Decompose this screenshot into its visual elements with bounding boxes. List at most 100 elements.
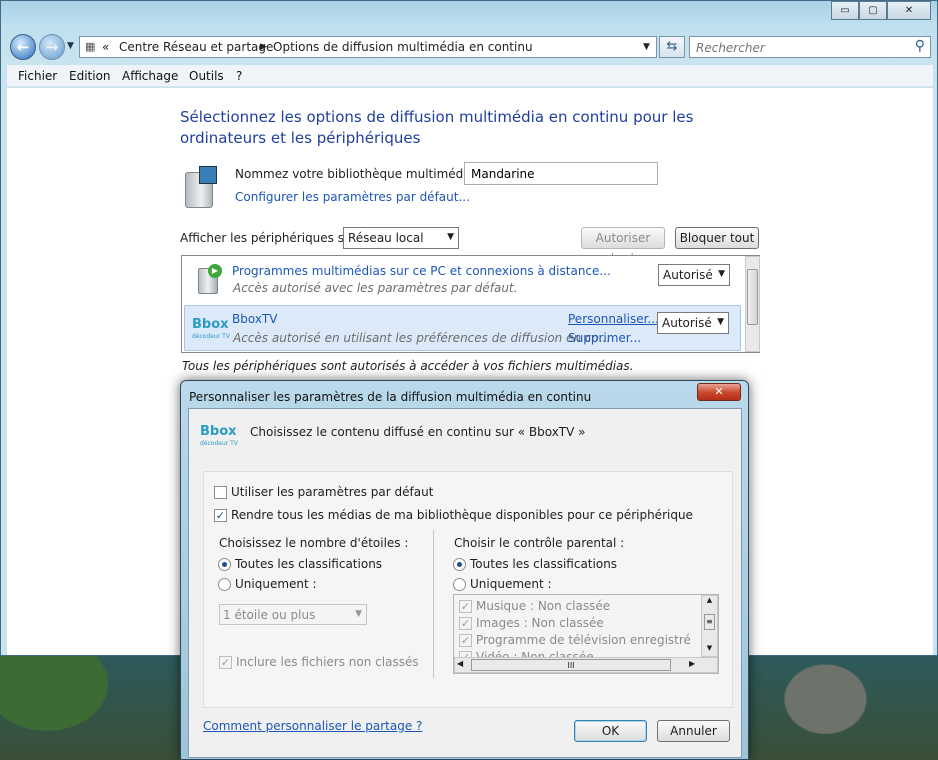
chevron-down-icon: ▼ xyxy=(717,317,724,327)
block-all-button[interactable]: Bloquer tout xyxy=(675,227,759,249)
menu-bar: Fichier Edition Affichage Outils ? xyxy=(7,65,933,87)
parental-item-checkbox[interactable]: ✓ xyxy=(459,634,472,647)
breadcrumb-streaming-options[interactable]: Options de diffusion multimédia en conti… xyxy=(273,40,533,54)
parental-all-label[interactable]: Toutes les classifications xyxy=(470,557,617,571)
maximize-button[interactable]: ▢ xyxy=(859,1,887,20)
chevron-down-icon: ▼ xyxy=(447,232,454,242)
parental-label: Choisir le contrôle parental : xyxy=(454,536,625,550)
library-name-input[interactable] xyxy=(464,162,658,185)
scroll-right-icon[interactable]: ▶ xyxy=(689,659,695,668)
parental-list: ✓ Musique : Non classée ✓ Images : Non c… xyxy=(453,594,719,674)
bbox-logo-subtext: décodeur TV xyxy=(192,333,230,340)
parental-item-label: Musique : Non classée xyxy=(476,599,611,613)
menu-view[interactable]: Affichage xyxy=(122,69,178,83)
parental-only-radio[interactable] xyxy=(453,578,466,591)
ok-button[interactable]: OK xyxy=(574,720,647,742)
permission-value: Autorisé xyxy=(662,316,712,330)
make-all-available-label[interactable]: Rendre tous les médias de ma bibliothèqu… xyxy=(231,508,693,522)
stars-select[interactable]: 1 étoile ou plus ▼ xyxy=(219,604,367,625)
dialog-body: Bbox décodeur TV Choisissez le contenu di… xyxy=(188,408,742,758)
stars-only-radio[interactable] xyxy=(218,578,231,591)
network-select[interactable]: Réseau local ▼ xyxy=(343,227,459,249)
search-box[interactable]: ⚲ xyxy=(689,36,931,58)
footer-note: Tous les périphériques sont autorisés à … xyxy=(182,359,634,373)
address-bar[interactable]: ▦ « Centre Réseau et partage ▶ Options d… xyxy=(79,36,657,58)
menu-file[interactable]: Fichier xyxy=(18,69,57,83)
include-unrated-label[interactable]: Inclure les fichiers non classés xyxy=(236,655,419,669)
cancel-button[interactable]: Annuler xyxy=(657,720,730,742)
device-name[interactable]: Programmes multimédias sur ce PC et conn… xyxy=(232,264,611,278)
dialog-close-button[interactable]: ✕ xyxy=(697,383,741,401)
device-row-selected[interactable]: Bbox décodeur TV BboxTV Accès autorisé en… xyxy=(184,305,741,351)
back-icon[interactable]: ← xyxy=(10,34,36,60)
parental-item-label: Programme de télévision enregistré : Non… xyxy=(476,633,690,647)
parental-item-checkbox[interactable]: ✓ xyxy=(459,600,472,613)
parental-list-vscrollbar[interactable]: ▲ ≡ ▼ xyxy=(701,595,718,657)
stars-all-radio[interactable] xyxy=(218,558,231,571)
scroll-left-icon[interactable]: ◀ xyxy=(457,659,463,668)
page-title: Sélectionnez les options de diffusion mu… xyxy=(180,108,694,147)
address-prefix[interactable]: « xyxy=(102,40,109,54)
device-list-scrollbar[interactable] xyxy=(745,256,760,352)
menu-tools[interactable]: Outils xyxy=(189,69,224,83)
chevron-right-icon[interactable]: ▶ xyxy=(260,42,267,52)
device-list: ▶ Programmes multimédias sur ce PC et co… xyxy=(181,255,760,353)
device-status-text: Accès autorisé avec les paramètres par d… xyxy=(233,281,518,295)
media-library-icon xyxy=(183,166,219,210)
chevron-down-icon: ▼ xyxy=(718,269,725,279)
make-all-available-checkbox[interactable]: ✓ xyxy=(214,509,227,522)
forward-icon[interactable]: → xyxy=(39,34,65,60)
scrollbar-thumb[interactable]: III xyxy=(471,659,671,671)
include-unrated-checkbox[interactable]: ✓ xyxy=(219,656,232,669)
scroll-down-icon[interactable]: ▼ xyxy=(702,644,717,652)
device-permission-select[interactable]: Autorisé ▼ xyxy=(658,264,730,286)
stars-all-label[interactable]: Toutes les classifications xyxy=(235,557,382,571)
address-dropdown-icon[interactable]: ▼ xyxy=(643,42,650,52)
recent-pages-dropdown-icon[interactable]: ▼ xyxy=(67,41,74,51)
device-status-text: Accès autorisé en utilisant les préféren… xyxy=(233,331,611,345)
bbox-logo-text: Bbox xyxy=(200,424,237,439)
breadcrumb-network-center[interactable]: Centre Réseau et partage xyxy=(119,40,273,54)
show-devices-label: Afficher les périphériques sur : xyxy=(180,231,365,245)
allow-all-button[interactable]: Autoriser tout xyxy=(581,227,665,265)
divider xyxy=(433,530,434,678)
scroll-up-icon[interactable]: ▲ xyxy=(702,596,717,604)
dialog-title: Personnaliser les paramètres de la diffu… xyxy=(189,390,592,404)
use-defaults-checkbox[interactable] xyxy=(214,486,227,499)
use-defaults-label[interactable]: Utiliser les paramètres par défaut xyxy=(231,485,433,499)
library-name-label: Nommez votre bibliothèque multimédia : xyxy=(235,167,482,181)
menu-edit[interactable]: Edition xyxy=(69,69,111,83)
network-folder-icon: ▦ xyxy=(85,40,96,53)
bbox-logo-subtext: décodeur TV xyxy=(200,440,238,447)
dialog-subtitle: Choisissez le contenu diffusé en continu… xyxy=(250,425,586,439)
search-icon[interactable]: ⚲ xyxy=(915,38,925,54)
parental-all-radio[interactable] xyxy=(453,558,466,571)
customize-link[interactable]: Personnaliser... xyxy=(568,312,659,326)
parental-item-checkbox[interactable]: ✓ xyxy=(459,617,472,630)
bbox-logo: Bbox décodeur TV xyxy=(192,317,230,343)
options-panel: Utiliser les paramètres par défaut ✓ Ren… xyxy=(203,471,733,708)
parental-list-hscrollbar[interactable]: ◀ III ▶ xyxy=(454,657,718,673)
search-input[interactable] xyxy=(694,39,908,57)
minimize-button[interactable]: ▭ xyxy=(831,1,859,20)
scrollbar-thumb[interactable]: ≡ xyxy=(704,614,715,630)
device-name[interactable]: BboxTV xyxy=(232,312,277,326)
pc-media-icon: ▶ xyxy=(196,264,224,296)
close-button[interactable]: ✕ xyxy=(887,1,931,20)
refresh-icon[interactable]: ⇆ xyxy=(659,36,685,58)
bbox-logo-text: Bbox xyxy=(192,317,229,332)
network-select-value: Réseau local xyxy=(348,231,424,245)
device-permission-select[interactable]: Autorisé ▼ xyxy=(657,312,729,334)
remove-link[interactable]: Supprimer... xyxy=(568,331,641,345)
scrollbar-thumb[interactable] xyxy=(747,269,758,325)
stars-select-value: 1 étoile ou plus xyxy=(223,608,316,622)
customize-dialog: Personnaliser les paramètres de la diffu… xyxy=(180,380,749,760)
stars-label: Choisissez le nombre d'étoiles : xyxy=(219,536,409,550)
device-row[interactable]: ▶ Programmes multimédias sur ce PC et co… xyxy=(182,256,743,304)
parental-only-label[interactable]: Uniquement : xyxy=(470,577,552,591)
chevron-down-icon: ▼ xyxy=(355,609,362,619)
help-link[interactable]: Comment personnaliser le partage ? xyxy=(203,719,422,733)
menu-help[interactable]: ? xyxy=(236,69,242,83)
configure-defaults-link[interactable]: Configurer les paramètres par défaut... xyxy=(235,190,470,204)
stars-only-label[interactable]: Uniquement : xyxy=(235,577,317,591)
